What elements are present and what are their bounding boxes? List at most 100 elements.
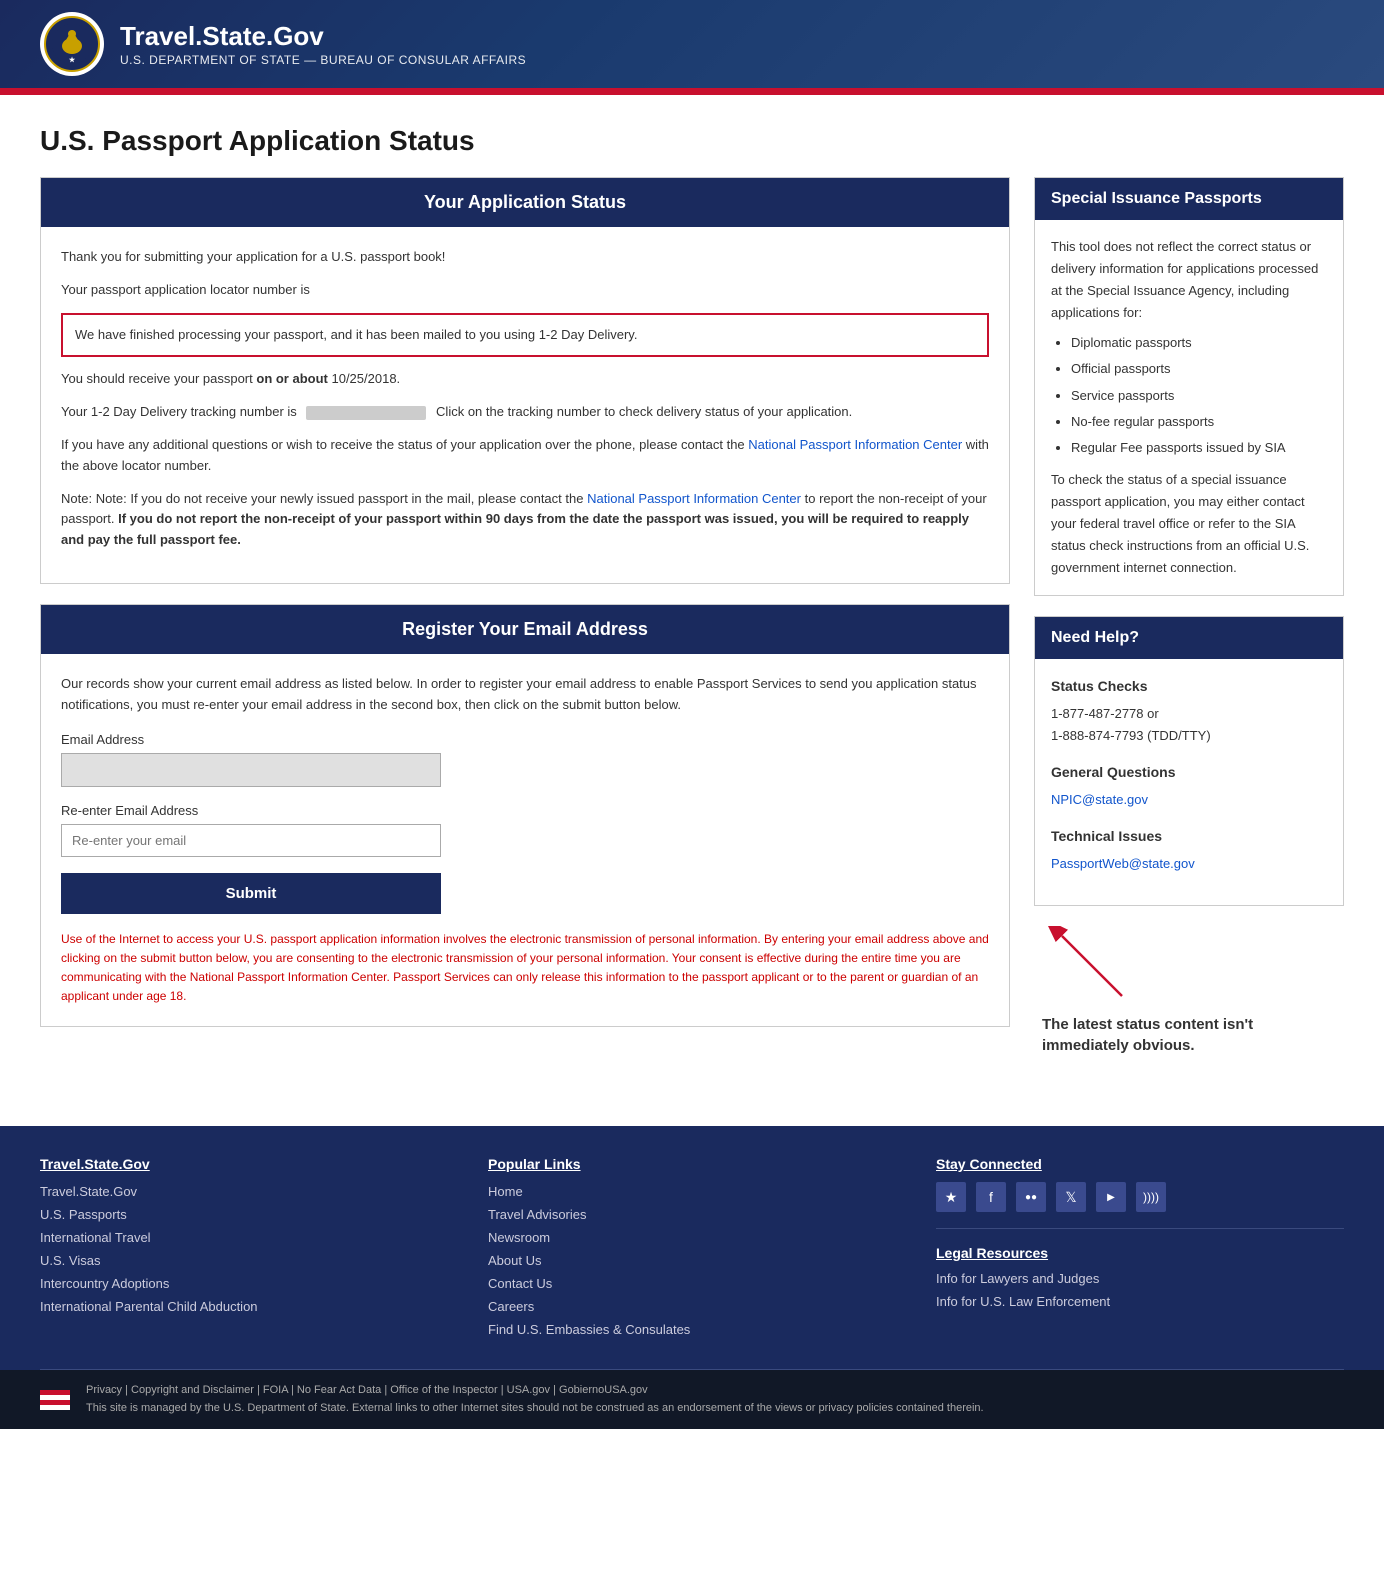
general-questions-section: General Questions NPIC@state.gov bbox=[1051, 761, 1327, 811]
email-input-blurred[interactable] bbox=[61, 753, 441, 787]
highlighted-text: We have finished processing your passpor… bbox=[75, 327, 637, 342]
youtube-icon[interactable]: ▶ bbox=[1096, 1182, 1126, 1212]
list-item: Official passports bbox=[1071, 358, 1327, 380]
footer-social-title: Stay Connected bbox=[936, 1156, 1344, 1172]
rss-icon[interactable]: )))) bbox=[1136, 1182, 1166, 1212]
footer-link-about[interactable]: About Us bbox=[488, 1253, 896, 1268]
submit-button[interactable]: Submit bbox=[61, 873, 441, 914]
annotation-callout: The latest status content isn't immediat… bbox=[1034, 926, 1344, 1056]
main-content: U.S. Passport Application Status Your Ap… bbox=[0, 95, 1384, 1086]
facebook-icon[interactable]: f bbox=[976, 1182, 1006, 1212]
npic-link-2[interactable]: National Passport Information Center bbox=[587, 491, 801, 506]
footer-bottom: Privacy | Copyright and Disclaimer | FOI… bbox=[0, 1370, 1384, 1429]
header-text: Travel.State.Gov U.S. Department of Stat… bbox=[120, 21, 526, 66]
site-header: ★ Travel.State.Gov U.S. Department of St… bbox=[0, 0, 1384, 91]
note-text: Note: Note: If you do not receive your n… bbox=[61, 489, 989, 551]
technical-issues-section: Technical Issues PassportWeb@state.gov bbox=[1051, 825, 1327, 875]
footer-link-home[interactable]: Home bbox=[488, 1184, 896, 1199]
footer-col-3: Stay Connected ★ f ●● 𝕏 ▶ )))) Legal Res… bbox=[936, 1156, 1344, 1345]
tracking-prefix: Your 1-2 Day Delivery tracking number is bbox=[61, 404, 297, 419]
footer-link-careers[interactable]: Careers bbox=[488, 1299, 896, 1314]
list-item: Regular Fee passports issued by SIA bbox=[1071, 437, 1327, 459]
npic-link-1[interactable]: National Passport Information Center bbox=[748, 437, 962, 452]
footer-link-visas[interactable]: U.S. Visas bbox=[40, 1253, 448, 1268]
footer-legal-title: Legal Resources bbox=[936, 1228, 1344, 1261]
footer-link-newsroom[interactable]: Newsroom bbox=[488, 1230, 896, 1245]
email-label: Email Address bbox=[61, 732, 989, 747]
footer-link-lawyers[interactable]: Info for Lawyers and Judges bbox=[936, 1271, 1344, 1286]
footer-col-2: Popular Links Home Travel Advisories New… bbox=[488, 1156, 896, 1345]
status-checks-phone2: 1-888-874-7793 (TDD/TTY) bbox=[1051, 725, 1327, 747]
special-issuance-desc: This tool does not reflect the correct s… bbox=[1051, 236, 1327, 324]
need-help-box: Need Help? Status Checks 1-877-487-2778 … bbox=[1034, 616, 1344, 906]
npic-email-link[interactable]: NPIC@state.gov bbox=[1051, 792, 1148, 807]
status-intro2: Your passport application locator number… bbox=[61, 280, 989, 301]
tracking-number-blurred bbox=[306, 406, 426, 420]
footer-link-advisories[interactable]: Travel Advisories bbox=[488, 1207, 896, 1222]
status-highlighted-message: We have finished processing your passpor… bbox=[61, 313, 989, 358]
status-checks-section: Status Checks 1-877-487-2778 or 1-888-87… bbox=[1051, 675, 1327, 747]
tracking-suffix: Click on the tracking number to check de… bbox=[436, 404, 852, 419]
footer-link-parental[interactable]: International Parental Child Abduction bbox=[40, 1299, 448, 1314]
footer-link-embassies[interactable]: Find U.S. Embassies & Consulates bbox=[488, 1322, 896, 1337]
list-item: No-fee regular passports bbox=[1071, 411, 1327, 433]
site-footer: Travel.State.Gov Travel.State.Gov U.S. P… bbox=[0, 1126, 1384, 1429]
footer-link-contact[interactable]: Contact Us bbox=[488, 1276, 896, 1291]
footer-link-adoptions[interactable]: Intercountry Adoptions bbox=[40, 1276, 448, 1291]
special-issuance-header: Special Issuance Passports bbox=[1035, 178, 1343, 220]
footer-link-intl-travel[interactable]: International Travel bbox=[40, 1230, 448, 1245]
twitter-icon[interactable]: 𝕏 bbox=[1056, 1182, 1086, 1212]
footer-bottom-links: Privacy | Copyright and Disclaimer | FOI… bbox=[86, 1382, 984, 1400]
status-intro1: Thank you for submitting your applicatio… bbox=[61, 247, 989, 268]
flickr-icon[interactable]: ●● bbox=[1016, 1182, 1046, 1212]
annotation-arrow bbox=[1042, 926, 1162, 1006]
note-label: Note: bbox=[61, 491, 96, 506]
right-column: Special Issuance Passports This tool doe… bbox=[1034, 177, 1344, 1056]
general-questions-title: General Questions bbox=[1051, 761, 1327, 785]
tracking-line: Your 1-2 Day Delivery tracking number is… bbox=[61, 402, 989, 423]
footer-link-law-enforcement[interactable]: Info for U.S. Law Enforcement bbox=[936, 1294, 1344, 1309]
reenter-email-input[interactable] bbox=[61, 824, 441, 857]
need-help-body: Status Checks 1-877-487-2778 or 1-888-87… bbox=[1035, 659, 1343, 905]
list-item: Diplomatic passports bbox=[1071, 332, 1327, 354]
note-bold: If you do not report the non-receipt of … bbox=[61, 511, 969, 547]
annotation-text: The latest status content isn't immediat… bbox=[1042, 1016, 1253, 1054]
footer-social: Stay Connected ★ f ●● 𝕏 ▶ )))) bbox=[936, 1156, 1344, 1212]
status-date-line: You should receive your passport on or a… bbox=[61, 369, 989, 390]
technical-issues-title: Technical Issues bbox=[1051, 825, 1327, 849]
special-issuance-footer: To check the status of a special issuanc… bbox=[1051, 469, 1327, 579]
status-box-header: Your Application Status bbox=[41, 178, 1009, 227]
star-icon[interactable]: ★ bbox=[936, 1182, 966, 1212]
special-issuance-box: Special Issuance Passports This tool doe… bbox=[1034, 177, 1344, 596]
special-issuance-list: Diplomatic passports Official passports … bbox=[1051, 332, 1327, 458]
footer-col2-title: Popular Links bbox=[488, 1156, 896, 1172]
site-title: Travel.State.Gov bbox=[120, 21, 526, 52]
questions-text: If you have any additional questions or … bbox=[61, 435, 989, 477]
site-logo[interactable]: ★ bbox=[40, 12, 104, 76]
passport-web-email-link[interactable]: PassportWeb@state.gov bbox=[1051, 856, 1195, 871]
reenter-email-group: Re-enter Email Address bbox=[61, 803, 989, 857]
privacy-text: Use of the Internet to access your U.S. … bbox=[61, 930, 989, 1007]
email-box-header: Register Your Email Address bbox=[41, 605, 1009, 654]
footer-bottom-text: Privacy | Copyright and Disclaimer | FOI… bbox=[86, 1382, 984, 1417]
footer-link-tsg[interactable]: Travel.State.Gov bbox=[40, 1184, 448, 1199]
status-checks-title: Status Checks bbox=[1051, 675, 1327, 699]
reenter-email-label: Re-enter Email Address bbox=[61, 803, 989, 818]
special-issuance-body: This tool does not reflect the correct s… bbox=[1035, 220, 1343, 595]
status-box-body: Thank you for submitting your applicatio… bbox=[41, 227, 1009, 583]
email-address-group: Email Address bbox=[61, 732, 989, 787]
list-item: Service passports bbox=[1071, 385, 1327, 407]
usa-flag bbox=[40, 1390, 70, 1410]
social-icons: ★ f ●● 𝕏 ▶ )))) bbox=[936, 1182, 1344, 1212]
footer-bottom-managed: This site is managed by the U.S. Departm… bbox=[86, 1400, 984, 1418]
footer-col-1: Travel.State.Gov Travel.State.Gov U.S. P… bbox=[40, 1156, 448, 1345]
footer-link-passports[interactable]: U.S. Passports bbox=[40, 1207, 448, 1222]
need-help-header: Need Help? bbox=[1035, 617, 1343, 659]
email-box-body: Our records show your current email addr… bbox=[41, 654, 1009, 1026]
content-layout: Your Application Status Thank you for su… bbox=[40, 177, 1344, 1056]
footer-top: Travel.State.Gov Travel.State.Gov U.S. P… bbox=[40, 1156, 1344, 1370]
svg-text:★: ★ bbox=[69, 56, 76, 64]
email-description: Our records show your current email addr… bbox=[61, 674, 989, 716]
status-checks-phone1: 1-877-487-2778 or bbox=[1051, 703, 1327, 725]
footer-col1-title: Travel.State.Gov bbox=[40, 1156, 448, 1172]
